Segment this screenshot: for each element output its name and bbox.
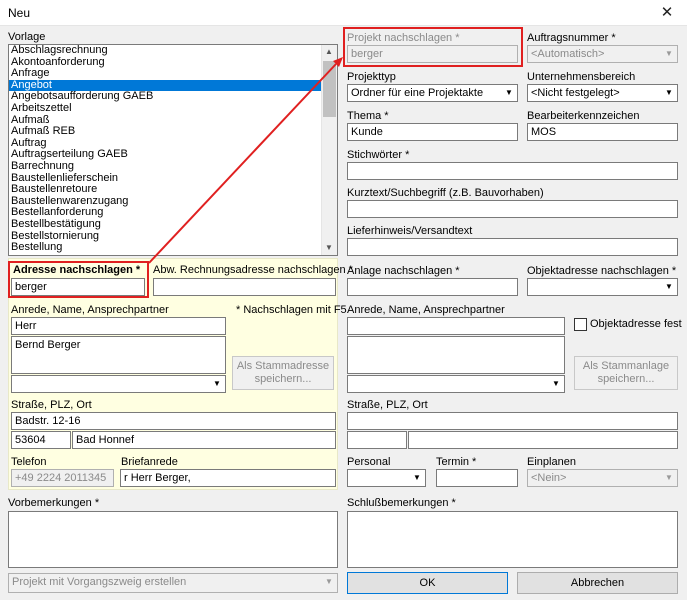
arrow-line (148, 63, 337, 264)
annotation-arrow (148, 57, 343, 264)
